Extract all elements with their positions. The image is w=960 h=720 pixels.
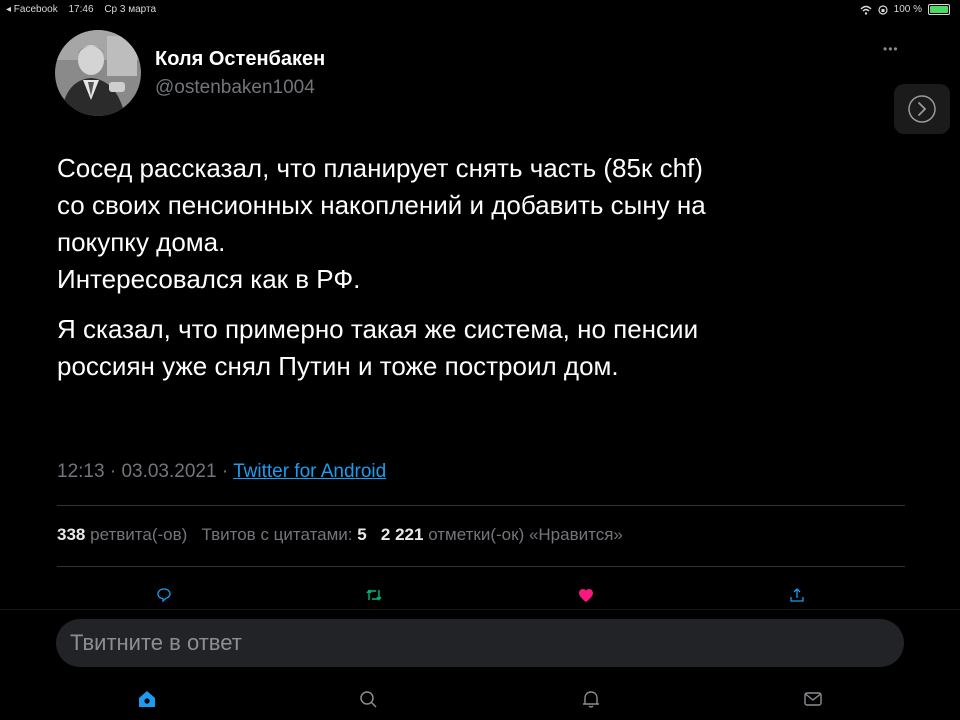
status-date: Ср 3 марта: [104, 4, 157, 15]
back-to-app-link[interactable]: ◂ Facebook: [6, 4, 58, 15]
divider: [57, 566, 905, 567]
tweet-line: Я сказал, что примерно такая же система,…: [57, 314, 699, 344]
tweet-source-link[interactable]: Twitter for Android: [233, 461, 386, 482]
likes-stat[interactable]: 2 221 отметки(-ок) «Нравится»: [381, 525, 623, 544]
home-icon[interactable]: [134, 686, 160, 712]
author-handle[interactable]: @ostenbaken1004: [155, 77, 315, 99]
likes-count: 2 221: [380, 525, 424, 544]
next-button[interactable]: [894, 84, 950, 134]
quotes-count: 5: [357, 525, 367, 544]
status-time: 17:46: [68, 4, 94, 15]
avatar-photo: [55, 30, 141, 116]
reply-placeholder: Твитните в ответ: [70, 630, 242, 655]
status-right: 100 %: [860, 4, 950, 15]
battery-percent: 100 %: [893, 4, 922, 15]
tweet-meta: 12:13 · 03.03.2021 · Twitter for Android: [57, 461, 386, 483]
quotes-label: Твитов с цитатами:: [201, 525, 353, 544]
heart-icon[interactable]: [574, 583, 598, 607]
tweet-line: Интересовался как в РФ.: [57, 264, 361, 294]
tweet-paragraph-2: Я сказал, что примерно такая же система,…: [57, 311, 897, 385]
reply-icon[interactable]: [152, 583, 176, 607]
tweet-paragraph-1: Сосед рассказал, что планирует снять час…: [57, 150, 897, 298]
retweets-count: 338: [57, 525, 86, 544]
chevron-right-icon: [908, 95, 936, 123]
divider: [57, 505, 905, 506]
tweet-line: покупку дома.: [57, 227, 226, 257]
likes-label: отметки(-ок) «Нравится»: [428, 525, 623, 544]
retweets-label: ретвита(-ов): [90, 525, 188, 544]
lock-rotation-icon: [878, 4, 888, 15]
divider: [0, 609, 960, 610]
retweets-stat[interactable]: 338 ретвита(-ов): [57, 525, 187, 544]
wifi-icon: [860, 5, 872, 15]
quotes-stat[interactable]: Твитов с цитатами: 5: [201, 525, 366, 544]
more-options-icon[interactable]: •••: [883, 42, 899, 56]
tweet-line: Сосед рассказал, что планирует снять час…: [57, 153, 703, 183]
tweet-line: со своих пенсионных накоплений и добавит…: [57, 190, 706, 220]
messages-icon[interactable]: [800, 686, 826, 712]
tweet-text: Сосед рассказал, что планирует снять час…: [57, 150, 897, 385]
share-icon[interactable]: [785, 583, 809, 607]
tweet-stats: 338 ретвита(-ов) Твитов с цитатами: 5 2 …: [57, 525, 623, 545]
search-icon[interactable]: [355, 686, 381, 712]
tweet-date: 03.03.2021: [121, 461, 217, 482]
retweet-icon[interactable]: [362, 583, 386, 607]
status-bar: ◂ Facebook 17:46 Ср 3 марта 100 %: [0, 2, 960, 18]
avatar[interactable]: [55, 30, 141, 116]
meta-separator: ·: [221, 461, 229, 482]
author-name[interactable]: Коля Остенбакен: [155, 48, 325, 71]
meta-separator: ·: [109, 461, 117, 482]
status-left: ◂ Facebook 17:46 Ср 3 марта: [6, 4, 164, 15]
battery-icon: [928, 4, 950, 15]
notifications-icon[interactable]: [578, 686, 604, 712]
tweet-line: россиян уже снял Путин и тоже построил д…: [57, 351, 619, 381]
tweet-time: 12:13: [57, 461, 105, 482]
